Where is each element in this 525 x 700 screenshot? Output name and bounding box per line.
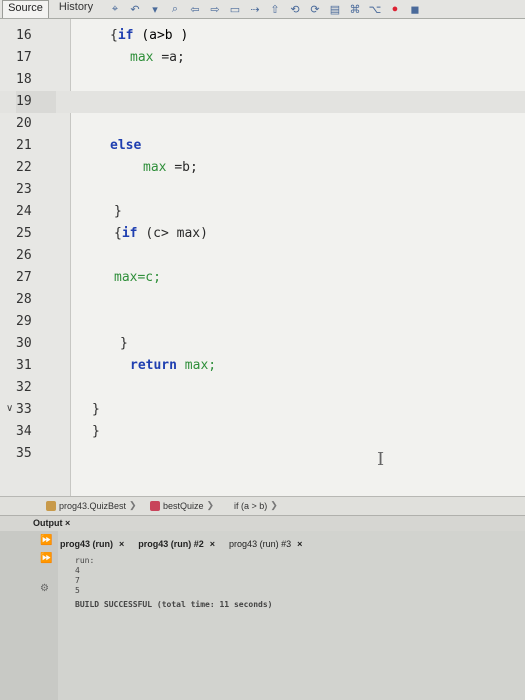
comment-icon[interactable]: ⌘	[348, 3, 362, 16]
code-line-20: else	[110, 135, 141, 157]
next-bookmark-icon[interactable]: ⟲	[288, 3, 302, 16]
text-cursor-icon: I	[377, 449, 385, 470]
variable-max: max;	[184, 358, 217, 373]
line-number: 27	[16, 270, 32, 285]
console-line: BUILD SUCCESSFUL (total time: 11 seconds…	[75, 600, 273, 609]
code-line-30: return max;	[130, 355, 216, 377]
condition: (c> max)	[145, 226, 208, 241]
assignment: =b;	[174, 160, 198, 175]
brace: {	[110, 28, 118, 43]
class-icon	[46, 500, 56, 511]
run-icon[interactable]: ⏩	[40, 553, 52, 564]
close-icon[interactable]: ×	[65, 518, 70, 528]
shift-left-icon[interactable]: ⟳	[308, 3, 322, 16]
next-icon[interactable]: ⇨	[208, 3, 222, 16]
line-number: 18	[16, 72, 32, 87]
uncomment-icon[interactable]: ⌥	[368, 3, 382, 16]
code-line-16: {if (a>b )	[110, 25, 188, 47]
back-icon[interactable]: ↶	[128, 3, 142, 16]
run-tab-3[interactable]: prog43 (run) #3 ×	[229, 539, 302, 549]
keyword-if: if	[121, 226, 138, 241]
run-tab-2[interactable]: prog43 (run) #2 ×	[138, 539, 215, 549]
code-line-21: max =b;	[143, 157, 198, 179]
keyword-return: return	[130, 358, 177, 373]
line-number: 21	[16, 138, 32, 153]
line-number: 16	[16, 28, 32, 43]
stop-icon[interactable]: ●	[388, 3, 402, 15]
line-number: 35	[16, 446, 32, 461]
output-tab[interactable]: Output ×	[33, 516, 70, 530]
run-tab-1[interactable]: prog43 (run) ×	[60, 539, 124, 549]
variable-max: max	[143, 160, 167, 175]
chevron-right-icon: ❯	[206, 500, 215, 510]
code-line-17: max =a;	[130, 47, 185, 69]
breadcrumb-item-if[interactable]: if (a > b) ❯	[234, 500, 278, 511]
console-line: 7	[75, 576, 80, 585]
breadcrumb: prog43.QuizBest ❯ bestQuize ❯ if (a > b)…	[0, 496, 525, 515]
output-run-tabs: prog43 (run) × prog43 (run) #2 × prog43 (r…	[60, 539, 302, 549]
assignment: =a;	[161, 50, 185, 65]
line-number: 25	[16, 226, 32, 241]
search-icon[interactable]: ⌕	[168, 3, 182, 16]
console-line: run:	[75, 556, 95, 565]
code-line-24: {if (c> max)	[114, 223, 208, 245]
condition: (a>b )	[141, 28, 189, 43]
line-number: 22	[16, 160, 32, 175]
line-number: 33	[16, 402, 32, 417]
fold-icon[interactable]: ∨	[6, 403, 16, 414]
line-number: 20	[16, 116, 32, 131]
line-number: 30	[16, 336, 32, 351]
method-icon	[150, 500, 160, 511]
chevron-right-icon: ❯	[270, 500, 278, 510]
line-number: 28	[16, 292, 32, 307]
shift-right-icon[interactable]: ▤	[328, 3, 342, 16]
output-panel: ⏩ ⏩ ⚙ prog43 (run) × prog43 (run) #2 × pro…	[0, 531, 525, 700]
breadcrumb-item-method[interactable]: bestQuize ❯	[150, 500, 214, 511]
macro-icon[interactable]: ◼	[408, 3, 422, 16]
dropdown-icon[interactable]: ▾	[148, 3, 162, 16]
code-line-26: max=c;	[114, 270, 161, 285]
line-number: 26	[16, 248, 32, 263]
output-sidebar: ⏩ ⏩ ⚙	[0, 531, 58, 700]
tab-history[interactable]: History	[53, 0, 99, 17]
variable-max: max	[130, 50, 154, 65]
settings-icon[interactable]: ⚙	[40, 583, 49, 594]
console-line: 5	[75, 586, 80, 595]
close-icon[interactable]: ×	[210, 539, 215, 549]
close-icon[interactable]: ×	[119, 539, 124, 549]
brace: {	[114, 226, 122, 241]
prev-icon[interactable]: ⇦	[188, 3, 202, 16]
prev-bookmark-icon[interactable]: ⇧	[268, 3, 282, 16]
chevron-right-icon: ❯	[129, 500, 137, 510]
output-console[interactable]: run: 4 7 5 BUILD SUCCESSFUL (total time:…	[75, 556, 272, 610]
line-number: 34	[16, 424, 32, 439]
console-line: 4	[75, 566, 80, 575]
keyword-else: else	[110, 138, 142, 153]
code-line-23: }	[114, 204, 122, 219]
goto-icon[interactable]: ⌖	[108, 3, 122, 16]
toolbar-icons: ⌖ ↶ ▾ ⌕ ⇦ ⇨ ▭ ⇢ ⇧ ⟲ ⟳ ▤ ⌘ ⌥ ● ◼	[108, 2, 422, 16]
line-number: 24	[16, 204, 32, 219]
line-number: 17	[16, 50, 32, 65]
line-number: 29	[16, 314, 32, 329]
keyword-if: if	[117, 28, 134, 43]
bookmark-icon[interactable]: ⇢	[248, 3, 262, 16]
code-editor[interactable]: 16 17 18 19 20 21 22 23 24 25 26 27 28 2…	[0, 19, 525, 496]
code-line-32: }	[92, 402, 100, 417]
close-icon[interactable]: ×	[297, 539, 302, 549]
output-header: Output ×	[0, 515, 525, 531]
line-number: 32	[16, 380, 32, 395]
editor-toolbar: Source History ⌖ ↶ ▾ ⌕ ⇦ ⇨ ▭ ⇢ ⇧ ⟲ ⟳ ▤ ⌘…	[0, 0, 525, 19]
code-line-29: }	[120, 336, 128, 351]
line-number: 31	[16, 358, 32, 373]
tab-source[interactable]: Source	[2, 0, 49, 18]
rerun-icon[interactable]: ⏩	[40, 535, 52, 546]
breadcrumb-item-class[interactable]: prog43.QuizBest ❯	[46, 500, 137, 511]
line-number: 19	[16, 91, 56, 113]
code-line-33: }	[92, 424, 100, 439]
toggle-icon[interactable]: ▭	[228, 3, 242, 16]
line-number: 23	[16, 182, 32, 197]
